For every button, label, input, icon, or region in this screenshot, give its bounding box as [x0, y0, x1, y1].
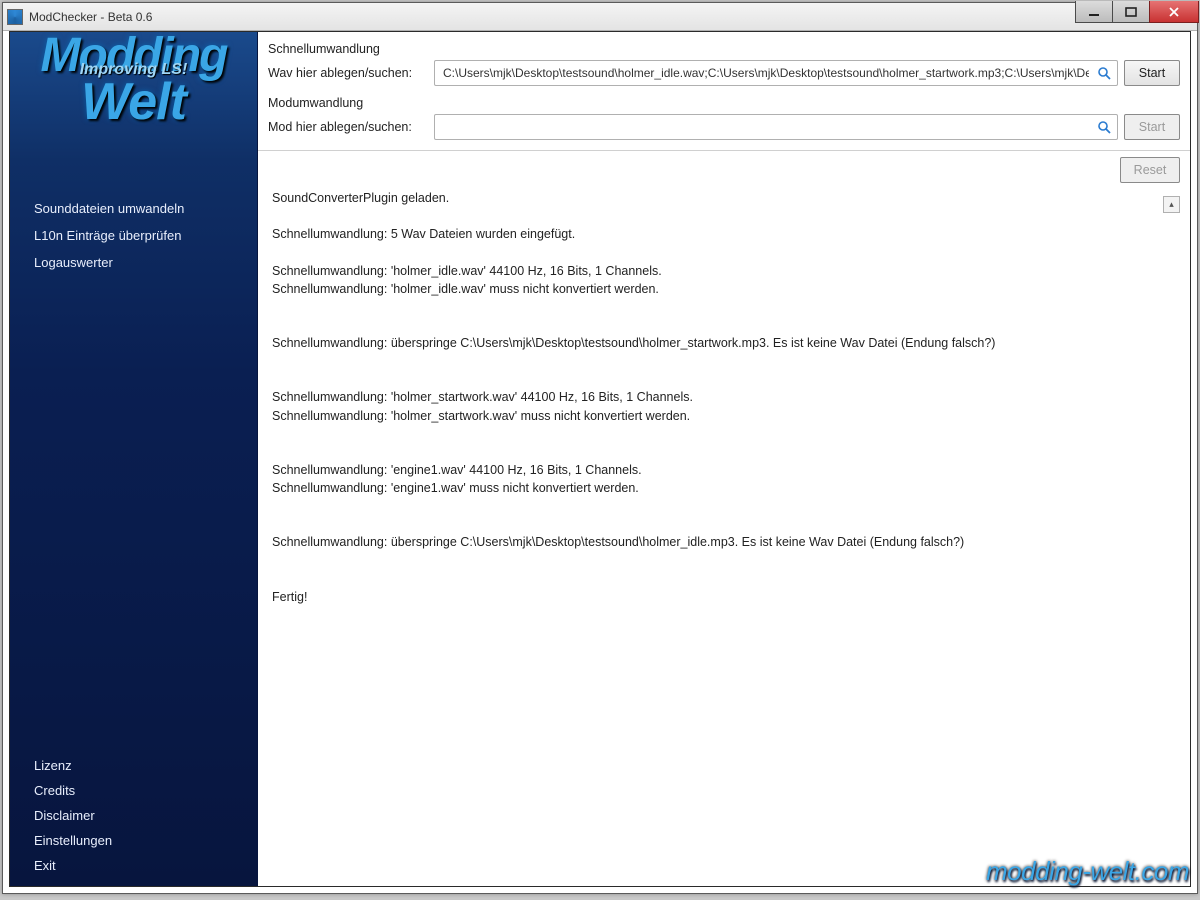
close-button[interactable] — [1149, 1, 1199, 23]
sidebar-item-label: Credits — [34, 783, 75, 798]
log-line: Schnellumwandlung: 'holmer_idle.wav' mus… — [272, 280, 1176, 298]
main-panel: Schnellumwandlung Wav hier ablegen/suche… — [258, 32, 1190, 886]
log-output[interactable]: SoundConverterPlugin geladen. Schnellumw… — [258, 189, 1190, 886]
minimize-icon — [1088, 7, 1100, 17]
app-window: ModChecker - Beta 0.6 Modding Improving … — [2, 2, 1198, 894]
quick-wav-input[interactable] — [435, 61, 1117, 85]
quick-input-row: Wav hier ablegen/suchen: Start — [268, 60, 1180, 86]
quick-start-button[interactable]: Start — [1124, 60, 1180, 86]
log-line: SoundConverterPlugin geladen. — [272, 189, 1176, 207]
nav-bottom: Lizenz Credits Disclaimer Einstellungen … — [10, 753, 257, 886]
sidebar-item-logauswerter[interactable]: Logauswerter — [10, 249, 257, 276]
reset-button[interactable]: Reset — [1120, 157, 1180, 183]
log-line — [272, 207, 1176, 225]
sidebar-item-l10n[interactable]: L10n Einträge überprüfen — [10, 222, 257, 249]
minimize-button[interactable] — [1075, 1, 1113, 23]
log-line — [272, 515, 1176, 533]
logo-text: Modding Improving LS! Welt — [10, 36, 257, 125]
sidebar-item-label: L10n Einträge überprüfen — [34, 228, 181, 243]
log-line — [272, 370, 1176, 388]
sidebar-item-exit[interactable]: Exit — [10, 853, 257, 878]
sidebar-item-label: Einstellungen — [34, 833, 112, 848]
client-area: Modding Improving LS! Welt Sounddateien … — [9, 31, 1191, 887]
mod-search-box[interactable] — [434, 114, 1118, 140]
form-area: Schnellumwandlung Wav hier ablegen/suche… — [258, 32, 1190, 151]
log-line: Schnellumwandlung: 'holmer_startwork.wav… — [272, 407, 1176, 425]
log-line — [272, 425, 1176, 443]
log-line — [272, 298, 1176, 316]
log-line — [272, 352, 1176, 370]
logo: Modding Improving LS! Welt — [10, 32, 257, 145]
titlebar[interactable]: ModChecker - Beta 0.6 — [3, 3, 1197, 31]
logo-line2: Welt — [10, 80, 257, 124]
log-line: Schnellumwandlung: 'engine1.wav' 44100 H… — [272, 461, 1176, 479]
maximize-button[interactable] — [1112, 1, 1150, 23]
log-line: Schnellumwandlung: überspringe C:\Users\… — [272, 533, 1176, 551]
sidebar-item-label: Sounddateien umwandeln — [34, 201, 184, 216]
sidebar-item-label: Logauswerter — [34, 255, 113, 270]
log-line: Schnellumwandlung: 5 Wav Dateien wurden … — [272, 225, 1176, 243]
mod-group-label: Modumwandlung — [268, 96, 1180, 110]
quick-group-label: Schnellumwandlung — [268, 42, 1180, 56]
search-icon[interactable] — [1095, 64, 1113, 82]
sidebar-item-label: Disclaimer — [34, 808, 95, 823]
app-icon — [7, 9, 23, 25]
search-icon[interactable] — [1095, 118, 1113, 136]
quick-search-box[interactable] — [434, 60, 1118, 86]
sidebar-item-credits[interactable]: Credits — [10, 778, 257, 803]
sidebar-item-einstellungen[interactable]: Einstellungen — [10, 828, 257, 853]
log-line — [272, 570, 1176, 588]
quick-field-label: Wav hier ablegen/suchen: — [268, 66, 428, 80]
log-line: Schnellumwandlung: 'engine1.wav' muss ni… — [272, 479, 1176, 497]
log-line: Schnellumwandlung: 'holmer_idle.wav' 441… — [272, 262, 1176, 280]
log-line — [272, 552, 1176, 570]
nav-top: Sounddateien umwandeln L10n Einträge übe… — [10, 195, 257, 276]
mod-input-row: Mod hier ablegen/suchen: Start — [268, 114, 1180, 140]
log-line: Fertig! — [272, 588, 1176, 606]
sidebar-item-label: Exit — [34, 858, 56, 873]
mod-field-label: Mod hier ablegen/suchen: — [268, 120, 428, 134]
sidebar-item-sounddateien[interactable]: Sounddateien umwandeln — [10, 195, 257, 222]
log-line — [272, 497, 1176, 515]
sidebar-item-lizenz[interactable]: Lizenz — [10, 753, 257, 778]
window-buttons — [1076, 1, 1199, 23]
log-line: Schnellumwandlung: 'holmer_startwork.wav… — [272, 388, 1176, 406]
log-line — [272, 243, 1176, 261]
mod-start-button[interactable]: Start — [1124, 114, 1180, 140]
close-icon — [1168, 7, 1180, 17]
sidebar-item-disclaimer[interactable]: Disclaimer — [10, 803, 257, 828]
log-line: Schnellumwandlung: überspringe C:\Users\… — [272, 334, 1176, 352]
log-line — [272, 443, 1176, 461]
maximize-icon — [1125, 7, 1137, 17]
sidebar: Modding Improving LS! Welt Sounddateien … — [10, 32, 258, 886]
window-title: ModChecker - Beta 0.6 — [29, 10, 1193, 24]
mod-input[interactable] — [435, 115, 1117, 139]
log-line — [272, 316, 1176, 334]
reset-row: Reset — [258, 151, 1190, 189]
sidebar-item-label: Lizenz — [34, 758, 72, 773]
